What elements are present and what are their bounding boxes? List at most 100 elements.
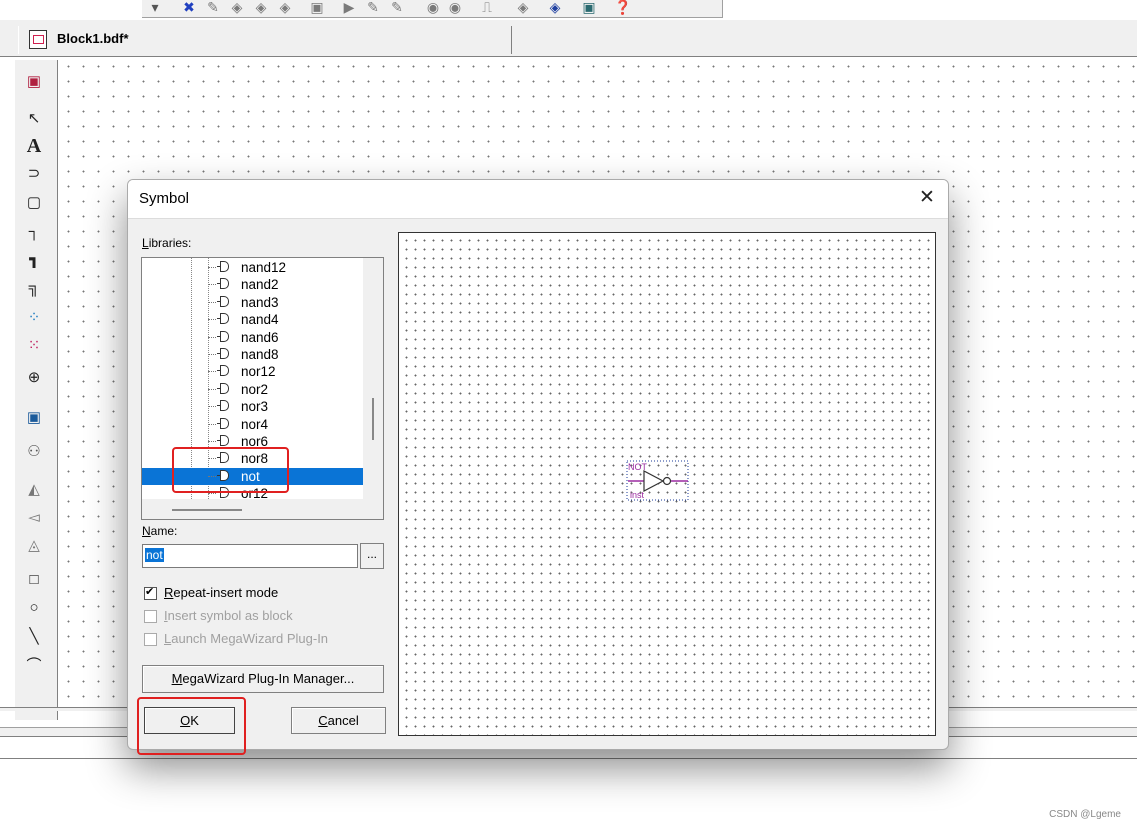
window-bottom-border	[0, 758, 1137, 759]
gate-symbol-icon	[217, 434, 229, 447]
name-label: Name:	[142, 524, 178, 538]
cancel-button[interactable]: Cancel	[291, 707, 386, 734]
top-toolbar: ▾ ✖ ✎ ◈ ◈ ◈ ▣ ▶ ✎ ✎ ◉ ◉ ⎍ ◈ ◈ ▣ ❓	[0, 0, 1137, 20]
annotation-highlight-not	[172, 447, 289, 493]
gate-symbol-icon	[217, 260, 229, 273]
browse-button[interactable]: ...	[360, 543, 384, 569]
tree-item[interactable]: nor4	[142, 416, 365, 433]
tree-item-label: nor12	[241, 364, 276, 380]
not-gate-symbol: NOT inst	[626, 460, 689, 501]
rtl-icon[interactable]: ⎍	[478, 0, 496, 16]
conduit-tool-icon[interactable]: ╗	[22, 276, 46, 300]
tree-vertical-scrollbar[interactable]	[363, 258, 383, 519]
gate-symbol-icon	[217, 364, 229, 377]
tree-item[interactable]: nor2	[142, 381, 365, 398]
synthesis-icon[interactable]: ◈	[252, 0, 270, 16]
chip-icon[interactable]: ◈	[546, 0, 564, 16]
orthogonal-node-tool-icon[interactable]: ┐	[22, 220, 46, 244]
compile-icon[interactable]: ✖	[180, 0, 198, 16]
repeat-insert-checkbox[interactable]	[144, 585, 157, 600]
tree-item-label: nand2	[241, 277, 279, 293]
monitor-icon[interactable]: ▣	[580, 0, 598, 16]
tree-item-label: nand12	[241, 260, 287, 275]
start-icon[interactable]: ▶	[340, 0, 358, 16]
insert-as-block-label: Insert symbol as block	[164, 608, 293, 623]
tree-item[interactable]: nor3	[142, 398, 365, 415]
document-tab[interactable]: Block1.bdf*	[18, 26, 512, 54]
arc-tool-icon[interactable]: ⌒	[22, 654, 46, 678]
symbol-tool-icon[interactable]: ⊃	[22, 162, 46, 186]
find-icon[interactable]: ⚇	[22, 440, 46, 464]
insert-as-block-checkbox[interactable]	[144, 610, 157, 623]
libraries-label: Libraries:	[142, 236, 192, 250]
tree-item[interactable]: nand12	[142, 259, 365, 276]
flip-horizontal-icon[interactable]: ◭	[22, 478, 46, 502]
window-icon[interactable]: ▣	[22, 70, 46, 94]
full-screen-icon[interactable]: ▣	[22, 406, 46, 430]
zoom-tool-icon[interactable]: ⊕	[22, 366, 46, 390]
analyze-icon[interactable]: ◈	[228, 0, 246, 16]
tree-connector	[208, 301, 216, 303]
rubberbanding-icon[interactable]: ⁙	[22, 334, 46, 358]
tree-item[interactable]: nor12	[142, 363, 365, 380]
simulate-icon[interactable]: ◉	[446, 0, 464, 16]
oval-tool-icon[interactable]: ○	[22, 596, 46, 620]
tree-connector	[208, 406, 216, 408]
name-input[interactable]: not	[142, 544, 358, 568]
orthogonal-bus-tool-icon[interactable]: ┓	[22, 248, 46, 272]
tree-connector	[208, 441, 216, 442]
tree-connector	[208, 336, 216, 338]
assembler-icon[interactable]: ▣	[308, 0, 326, 16]
run-icon[interactable]: ✎	[364, 0, 382, 16]
repeat-insert-label[interactable]: Repeat-insert mode	[164, 585, 278, 600]
timing-icon[interactable]: ◉	[424, 0, 442, 16]
fitter-icon[interactable]: ◈	[276, 0, 294, 16]
launch-megawizard-checkbox[interactable]	[144, 633, 157, 646]
annotation-highlight-ok	[137, 697, 246, 755]
tree-item[interactable]: nand2	[142, 276, 365, 293]
dialog-title-bar[interactable]: Symbol ✕	[128, 180, 948, 219]
document-tab-title: Block1.bdf*	[57, 31, 129, 46]
selection-tool-icon[interactable]: ↖	[22, 107, 46, 131]
tree-connector	[208, 284, 216, 286]
programmer-icon[interactable]: ◈	[514, 0, 532, 16]
edit-icon[interactable]: ✎	[204, 0, 222, 16]
tree-item[interactable]: nand8	[142, 346, 365, 363]
tree-item[interactable]: nand3	[142, 294, 365, 311]
gate-symbol-icon	[217, 417, 229, 430]
tree-connector	[208, 388, 216, 390]
tree-item[interactable]: nand4	[142, 311, 365, 328]
block-tool-icon[interactable]: ▢	[22, 191, 46, 215]
symbol-preview: NOT inst	[398, 232, 936, 736]
toolbar-strip: ▾ ✖ ✎ ◈ ◈ ◈ ▣ ▶ ✎ ✎ ◉ ◉ ⎍ ◈ ◈ ▣ ❓	[142, 0, 723, 18]
scroll-thumb[interactable]	[372, 398, 374, 440]
tree-item-label: nor2	[241, 381, 269, 397]
debug-icon[interactable]: ✎	[388, 0, 406, 16]
partial-line-selection-icon[interactable]: ⁘	[22, 306, 46, 330]
tree-item-label: nand4	[241, 312, 279, 328]
tree-item-label: nor4	[241, 416, 269, 432]
line-tool-icon[interactable]: ╲	[22, 625, 46, 649]
watermark-credit: CSDN @Lgeme	[1049, 809, 1121, 820]
tree-item[interactable]: nand6	[142, 329, 365, 346]
flip-vertical-icon[interactable]: ◅	[22, 506, 46, 530]
scroll-thumb[interactable]	[172, 509, 242, 511]
name-input-value[interactable]: not	[145, 548, 164, 562]
rotate-icon[interactable]: ◬	[22, 534, 46, 558]
tree-horizontal-scrollbar[interactable]	[142, 499, 363, 519]
rectangle-tool-icon[interactable]: □	[22, 568, 46, 592]
close-icon[interactable]: ✕	[916, 186, 938, 210]
tree-connector	[208, 354, 216, 355]
tree-item-label: nand6	[241, 329, 279, 345]
gate-symbol-icon	[217, 399, 229, 412]
tree-item-label: nor3	[241, 399, 269, 415]
megawizard-manager-button[interactable]: MegaWizard Plug-In Manager...	[142, 665, 384, 693]
dropdown-arrow-icon[interactable]: ▾	[146, 0, 164, 16]
block-editor-palette: ▣ ↖ A ⊃ ▢ ┐ ┓ ╗ ⁘ ⁙ ⊕ ▣ ⚇ ◭ ◅ ◬ □ ○ ╲ ⌒	[14, 60, 58, 720]
text-tool-icon[interactable]: A	[22, 134, 46, 158]
gate-symbol-icon	[217, 312, 229, 325]
tree-item-label: nand3	[241, 294, 279, 310]
gate-symbol-icon	[217, 277, 229, 290]
block-diagram-file-icon	[29, 30, 47, 49]
help-icon[interactable]: ❓	[614, 0, 632, 16]
